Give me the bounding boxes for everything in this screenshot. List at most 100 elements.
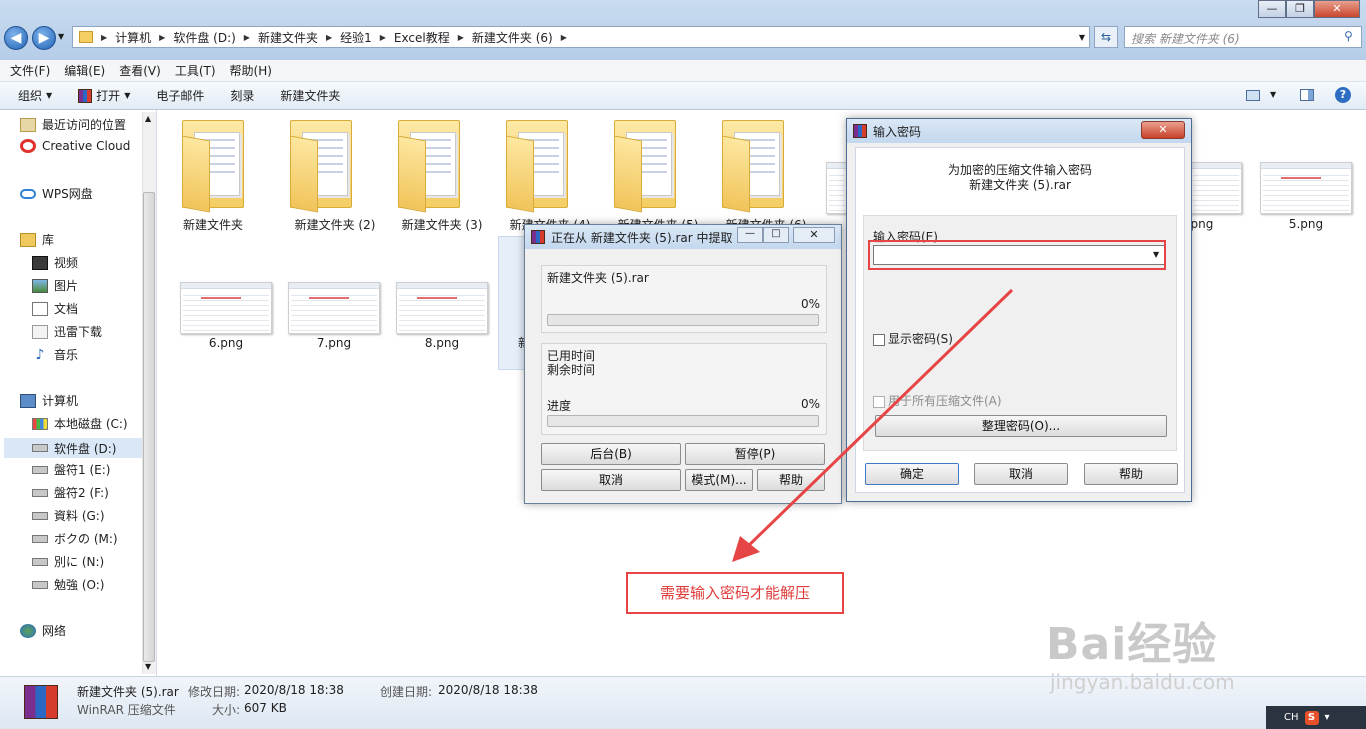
- sidebar-scroll-thumb[interactable]: [143, 192, 155, 662]
- menu-view[interactable]: 查看(V): [119, 62, 161, 79]
- chevron-right-icon: ▶: [560, 32, 567, 42]
- nav-drive-m[interactable]: ボクの (M:): [32, 530, 118, 547]
- menu-file[interactable]: 文件(F): [10, 62, 50, 79]
- nav-label: 软件盘 (D:): [54, 441, 117, 456]
- scroll-down-icon[interactable]: ▼: [145, 662, 151, 671]
- folder-item[interactable]: [610, 120, 680, 213]
- folder-item[interactable]: [178, 120, 248, 213]
- ime-icon[interactable]: S: [1304, 710, 1319, 725]
- nav-label: Creative Cloud: [42, 139, 131, 153]
- drive-icon: [32, 511, 48, 520]
- burn-button[interactable]: 刻录: [230, 87, 254, 104]
- address-bar[interactable]: ▶ 计算机 ▶ 软件盘 (D:) ▶ 新建文件夹 ▶ 经验1 ▶ Excel教程 ▶ 新建…: [72, 26, 1090, 48]
- folder-label[interactable]: 新建文件夹: [158, 216, 268, 233]
- nav-wps[interactable]: WPS网盘: [20, 185, 93, 202]
- nav-drive-g[interactable]: 資料 (G:): [32, 507, 105, 524]
- image-thumbnail[interactable]: [396, 282, 488, 334]
- maximize-button[interactable]: ❐: [1286, 0, 1314, 18]
- password-dialog-title: 输入密码: [873, 124, 922, 139]
- file-label[interactable]: 5.png: [1251, 217, 1361, 231]
- open-button[interactable]: 打开 ▼: [78, 87, 130, 104]
- image-thumbnail[interactable]: [1190, 162, 1242, 214]
- close-icon[interactable]: ✕: [793, 227, 835, 243]
- nav-drive-n[interactable]: 別に (N:): [32, 553, 104, 570]
- drive-icon: [32, 444, 48, 452]
- close-button[interactable]: ✕: [1314, 0, 1360, 18]
- file-label[interactable]: 6.png: [171, 336, 281, 350]
- nav-drive-c[interactable]: 本地磁盘 (C:): [32, 415, 128, 432]
- nav-label: 盤符2 (F:): [54, 486, 109, 500]
- preview-pane-icon[interactable]: [1300, 89, 1314, 101]
- nav-label: 別に (N:): [54, 555, 105, 569]
- breadcrumb-exp1[interactable]: 经验1: [336, 29, 376, 46]
- scroll-up-icon[interactable]: ▲: [145, 114, 151, 123]
- file-label[interactable]: 8.png: [387, 336, 497, 350]
- creative-cloud-icon: [20, 139, 36, 153]
- address-dropdown-icon[interactable]: ▼: [1079, 33, 1085, 42]
- nav-label: 文档: [54, 302, 79, 316]
- breadcrumb-excel[interactable]: Excel教程: [390, 29, 454, 46]
- breadcrumb-computer[interactable]: 计算机: [111, 29, 155, 46]
- image-thumbnail[interactable]: [180, 282, 272, 334]
- file-label[interactable]: 7.png: [279, 336, 389, 350]
- search-input[interactable]: 搜索 新建文件夹 (6): [1124, 26, 1362, 48]
- nav-thunder[interactable]: 迅雷下载: [32, 323, 102, 340]
- nav-music[interactable]: ♪ 音乐: [32, 346, 78, 363]
- nav-computer[interactable]: 计算机: [20, 392, 78, 409]
- computer-icon: [20, 393, 36, 408]
- folder-label[interactable]: 新建文件夹 (3): [387, 216, 497, 233]
- nav-recent[interactable]: 最近访问的位置: [20, 116, 126, 133]
- nav-drive-e[interactable]: 盤符1 (E:): [32, 461, 110, 478]
- folder-item[interactable]: [286, 120, 356, 213]
- nav-creative-cloud[interactable]: Creative Cloud: [20, 139, 130, 153]
- folder-item[interactable]: [718, 120, 788, 213]
- nav-documents[interactable]: 文档: [32, 300, 78, 317]
- chevron-down-icon[interactable]: ▼: [1270, 90, 1276, 99]
- nav-drive-o[interactable]: 勉強 (O:): [32, 576, 104, 593]
- nav-network[interactable]: 网络: [20, 622, 66, 639]
- minimize-icon[interactable]: —: [737, 227, 763, 243]
- chevron-right-icon: ▶: [101, 32, 108, 42]
- refresh-button[interactable]: ⇆: [1094, 26, 1118, 48]
- nav-drive-f[interactable]: 盤符2 (F:): [32, 484, 109, 501]
- menu-help[interactable]: 帮助(H): [230, 62, 272, 79]
- breadcrumb-current[interactable]: 新建文件夹 (6): [468, 29, 557, 46]
- drive-icon: [32, 557, 48, 566]
- close-icon[interactable]: ✕: [1141, 121, 1185, 139]
- email-button[interactable]: 电子邮件: [156, 87, 204, 104]
- nav-library[interactable]: 库: [20, 231, 54, 248]
- extract-dialog-titlebar: 正在从 新建文件夹 (5).rar 中提取 — □ ✕: [525, 225, 841, 249]
- folder-item[interactable]: [502, 120, 572, 213]
- help-icon[interactable]: ?: [1335, 87, 1351, 103]
- folder-label[interactable]: 新建文件夹 (2): [280, 216, 390, 233]
- menu-edit[interactable]: 编辑(E): [64, 62, 105, 79]
- forward-button[interactable]: ▶: [32, 26, 56, 50]
- nav-drive-d[interactable]: 软件盘 (D:): [4, 438, 142, 458]
- nav-video[interactable]: 视频: [32, 254, 78, 271]
- help-button[interactable]: 帮助: [1084, 463, 1178, 485]
- folder-item[interactable]: [394, 120, 464, 213]
- image-thumbnail[interactable]: [1260, 162, 1352, 214]
- breadcrumb-folder[interactable]: 新建文件夹: [254, 29, 322, 46]
- minimize-button[interactable]: —: [1258, 0, 1286, 18]
- chevron-right-icon: ▶: [325, 32, 333, 42]
- breadcrumb-drive[interactable]: 软件盘 (D:): [169, 29, 239, 46]
- annotation-arrow: [732, 288, 1014, 562]
- toolbar: 组织 ▼ 打开 ▼ 电子邮件 刻录 新建文件夹: [0, 82, 1366, 110]
- new-folder-button[interactable]: 新建文件夹: [280, 87, 340, 104]
- history-dropdown-icon[interactable]: ▼: [58, 32, 64, 41]
- maximize-icon[interactable]: □: [763, 227, 789, 243]
- background-button[interactable]: 后台(B): [541, 443, 681, 465]
- status-file-type: WinRAR 压缩文件: [77, 703, 176, 717]
- cancel-button[interactable]: 取消: [541, 469, 681, 491]
- tray-options-icon[interactable]: ▾: [1325, 712, 1330, 723]
- nav-pictures[interactable]: 图片: [32, 277, 78, 294]
- back-button[interactable]: ◀: [4, 26, 28, 50]
- image-thumbnail[interactable]: [826, 162, 848, 214]
- view-options-icon[interactable]: [1246, 90, 1260, 101]
- menu-tools[interactable]: 工具(T): [175, 62, 216, 79]
- organize-button[interactable]: 组织 ▼: [18, 87, 52, 104]
- language-indicator[interactable]: CH: [1284, 712, 1299, 723]
- folder-icon: [79, 31, 93, 43]
- image-thumbnail[interactable]: [288, 282, 380, 334]
